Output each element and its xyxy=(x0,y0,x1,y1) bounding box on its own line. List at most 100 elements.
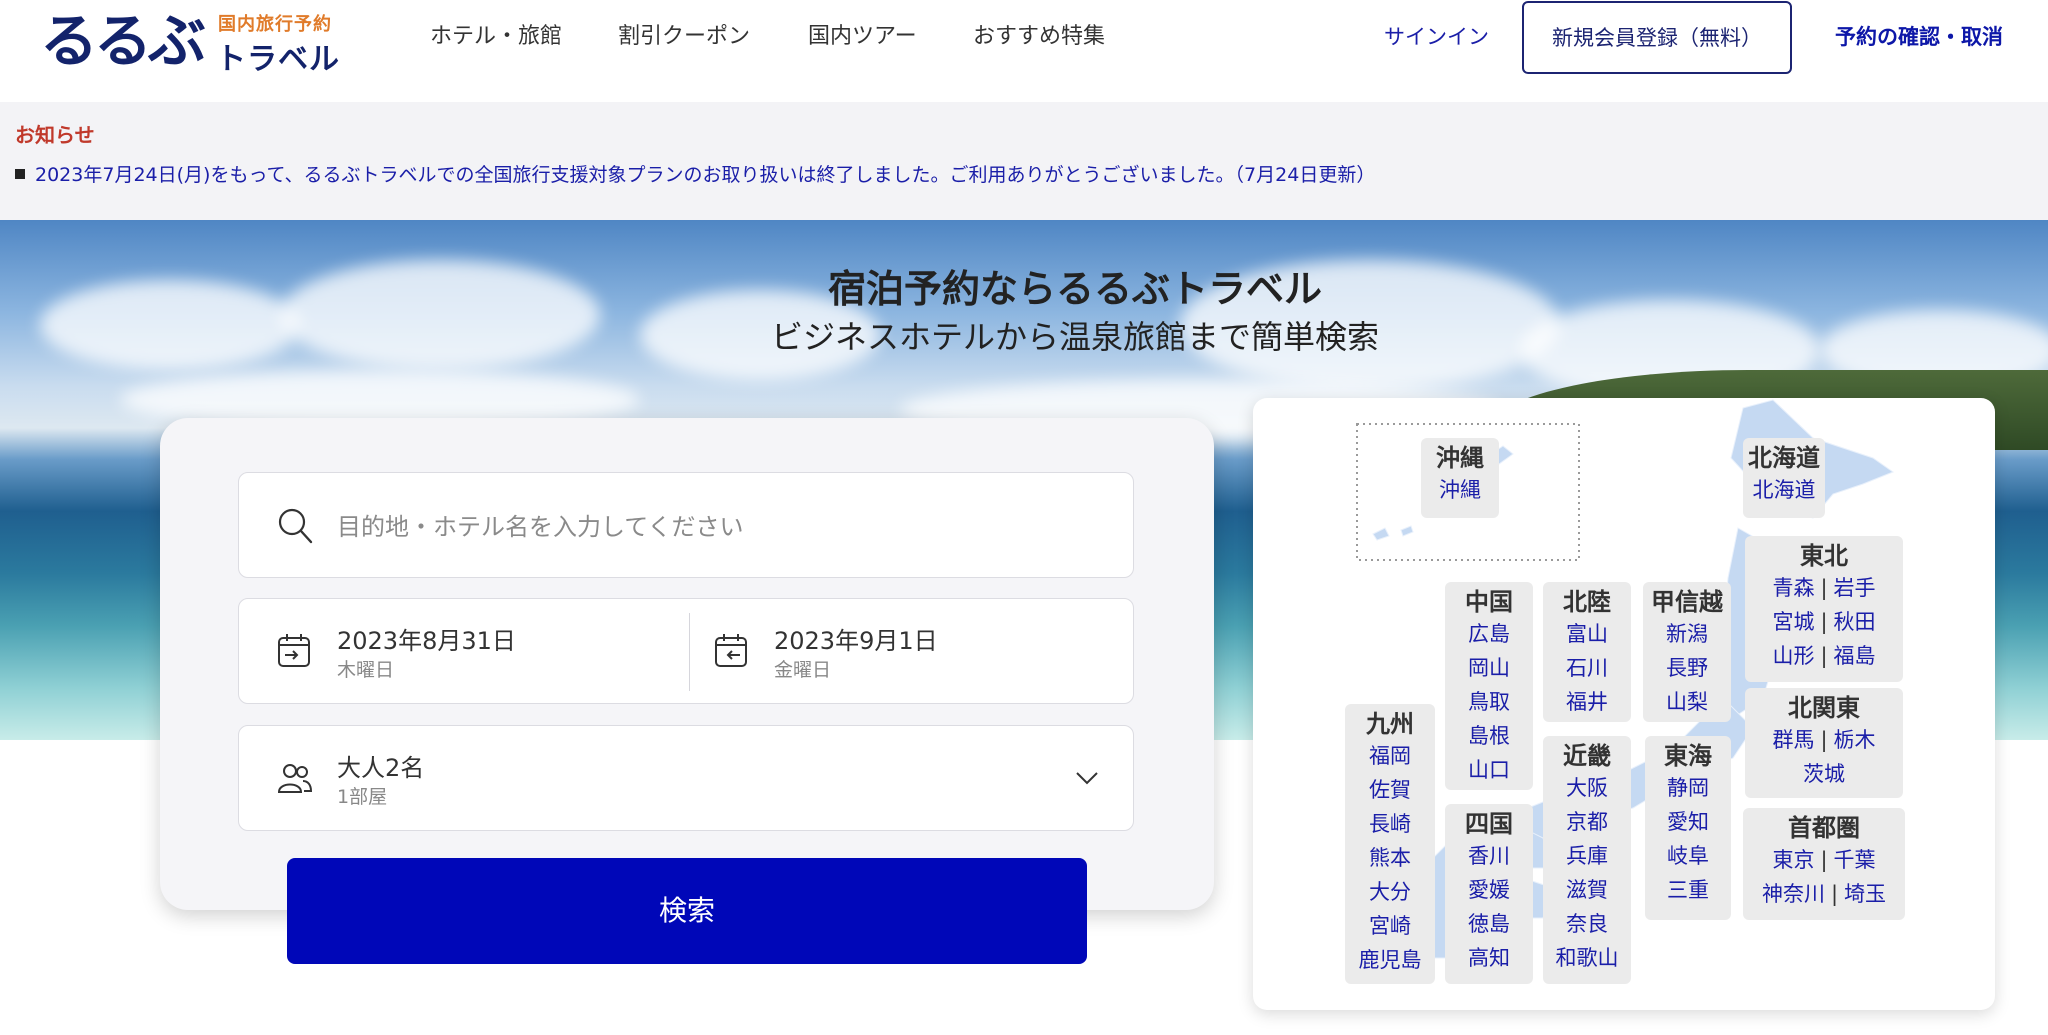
region-title: 沖縄 xyxy=(1436,444,1484,472)
nav-features[interactable]: おすすめ特集 xyxy=(973,20,1105,54)
nav-coupons[interactable]: 割引クーポン xyxy=(618,20,750,54)
region-title: 近畿 xyxy=(1563,742,1611,770)
pref-link[interactable]: 長野 xyxy=(1643,651,1731,685)
pref-link[interactable]: 群馬 xyxy=(1772,728,1814,752)
pref-link[interactable]: 静岡 xyxy=(1645,771,1731,805)
checkin-date: 2023年8月31日 xyxy=(337,627,516,655)
destination-search-field[interactable]: 目的地・ホテル名を入力してください xyxy=(238,472,1134,578)
region-title: 北関東 xyxy=(1788,694,1860,722)
pref-link[interactable]: 岡山 xyxy=(1445,651,1533,685)
pref-link[interactable]: 愛知 xyxy=(1645,805,1731,839)
region-title: 中国 xyxy=(1465,588,1513,616)
pref-link[interactable]: 福岡 xyxy=(1345,739,1435,773)
notice-bar: お知らせ 2023年7月24日(月)をもって、るるぶトラベルでの全国旅行支援対象… xyxy=(0,102,2048,220)
pref-link[interactable]: 山梨 xyxy=(1643,685,1731,719)
notice-item[interactable]: 2023年7月24日(月)をもって、るるぶトラベルでの全国旅行支援対象プランのお… xyxy=(15,160,1375,187)
pref-link[interactable]: 長崎 xyxy=(1345,807,1435,841)
region-title: 東海 xyxy=(1664,742,1712,770)
region-title: 甲信越 xyxy=(1651,588,1723,616)
pref-link[interactable]: 京都 xyxy=(1543,805,1631,839)
date-range-field: 2023年8月31日 木曜日 2023年9月1日 金曜日 xyxy=(238,598,1134,704)
checkout-weekday: 金曜日 xyxy=(774,659,832,681)
signin-link[interactable]: サインイン xyxy=(1384,20,1489,54)
hero-title: 宿泊予約ならるるぶトラベル xyxy=(827,267,1322,311)
region-title: 九州 xyxy=(1366,710,1414,738)
pref-link[interactable]: 岩手 xyxy=(1834,576,1876,600)
pref-link[interactable]: 北海道 xyxy=(1743,473,1825,507)
region-hokkaido: 北海道 北海道 xyxy=(1743,438,1825,518)
nav-hotels[interactable]: ホテル・旅館 xyxy=(430,20,562,54)
pref-link[interactable]: 香川 xyxy=(1445,839,1533,873)
chevron-down-icon xyxy=(1076,772,1098,785)
logo-sub-top: 国内旅行予約 xyxy=(218,14,332,35)
checkout-date-picker[interactable]: 2023年9月1日 金曜日 xyxy=(690,599,1135,705)
pref-link[interactable]: 福島 xyxy=(1834,644,1876,668)
logo[interactable]: るるぶ 国内旅行予約 トラベル xyxy=(40,6,340,77)
site-header: るるぶ 国内旅行予約 トラベル ホテル・旅館 割引クーポン 国内ツアー おすすめ… xyxy=(0,0,2048,102)
pref-link[interactable]: 宮崎 xyxy=(1345,909,1435,943)
pref-link[interactable]: 和歌山 xyxy=(1543,941,1631,975)
search-input[interactable]: 目的地・ホテル名を入力してください xyxy=(337,507,744,542)
region-map: 沖縄 沖縄 北海道 北海道 東北 青森 | 岩手 宮城 | 秋田 山形 | 福島 北関東 群… xyxy=(1253,398,1995,1010)
register-button[interactable]: 新規会員登録（無料） xyxy=(1522,1,1792,74)
pref-link[interactable]: 千葉 xyxy=(1834,848,1876,872)
guest-count: 大人2名 xyxy=(337,754,425,782)
region-kitakanto: 北関東 群馬 | 栃木 茨城 xyxy=(1745,688,1903,798)
checkout-date: 2023年9月1日 xyxy=(774,627,938,655)
checkin-date-picker[interactable]: 2023年8月31日 木曜日 xyxy=(239,599,689,705)
pref-link[interactable]: 広島 xyxy=(1445,617,1533,651)
pref-link[interactable]: 福井 xyxy=(1543,685,1631,719)
pref-link[interactable]: 高知 xyxy=(1445,941,1533,975)
region-chugoku: 中国 広島 岡山 鳥取 島根 山口 xyxy=(1445,582,1533,790)
pref-link[interactable]: 新潟 xyxy=(1643,617,1731,651)
pref-link[interactable]: 鹿児島 xyxy=(1345,943,1435,977)
pref-link[interactable]: 岐阜 xyxy=(1645,839,1731,873)
pref-link[interactable]: 栃木 xyxy=(1834,728,1876,752)
region-hokuriku: 北陸 富山 石川 福井 xyxy=(1543,582,1631,722)
pref-link[interactable]: 徳島 xyxy=(1445,907,1533,941)
pref-link[interactable]: 愛媛 xyxy=(1445,873,1533,907)
bullet-icon xyxy=(15,169,25,179)
logo-main-text: るるぶ xyxy=(40,7,206,75)
region-title: 東北 xyxy=(1800,542,1848,570)
pref-link[interactable]: 埼玉 xyxy=(1844,882,1886,906)
notice-title: お知らせ xyxy=(15,123,95,147)
pref-link[interactable]: 佐賀 xyxy=(1345,773,1435,807)
pref-link[interactable]: 奈良 xyxy=(1543,907,1631,941)
region-okinawa: 沖縄 沖縄 xyxy=(1421,438,1499,518)
pref-link[interactable]: 富山 xyxy=(1543,617,1631,651)
region-shutoken: 首都圏 東京 | 千葉 神奈川 | 埼玉 xyxy=(1743,808,1905,920)
pref-link[interactable]: 山形 xyxy=(1772,644,1814,668)
pref-link[interactable]: 石川 xyxy=(1543,651,1631,685)
pref-link[interactable]: 大分 xyxy=(1345,875,1435,909)
pref-link[interactable]: 神奈川 xyxy=(1762,882,1825,906)
pref-link[interactable]: 山口 xyxy=(1445,753,1533,787)
search-icon xyxy=(278,508,313,544)
region-kinki: 近畿 大阪 京都 兵庫 滋賀 奈良 和歌山 xyxy=(1543,736,1631,984)
region-koshinetsu: 甲信越 新潟 長野 山梨 xyxy=(1643,582,1731,722)
pref-link[interactable]: 兵庫 xyxy=(1543,839,1631,873)
region-tohoku: 東北 青森 | 岩手 宮城 | 秋田 山形 | 福島 xyxy=(1745,536,1903,682)
reservation-check-link[interactable]: 予約の確認・取消 xyxy=(1835,20,2003,54)
pref-link[interactable]: 宮城 xyxy=(1772,610,1814,634)
search-button[interactable]: 検索 xyxy=(287,858,1087,964)
pref-link[interactable]: 熊本 xyxy=(1345,841,1435,875)
pref-link[interactable]: 東京 xyxy=(1772,848,1814,872)
notice-link[interactable]: 2023年7月24日(月)をもって、るるぶトラベルでの全国旅行支援対象プランのお… xyxy=(35,164,1375,186)
pref-link[interactable]: 青森 xyxy=(1772,576,1814,600)
pref-link[interactable]: 秋田 xyxy=(1834,610,1876,634)
region-title: 首都圏 xyxy=(1788,814,1860,842)
calendar-checkout-icon xyxy=(715,634,747,667)
pref-link[interactable]: 三重 xyxy=(1645,873,1731,907)
pref-link[interactable]: 島根 xyxy=(1445,719,1533,753)
logo-sub-bottom: トラベル xyxy=(216,42,340,77)
pref-link[interactable]: 鳥取 xyxy=(1445,685,1533,719)
pref-link[interactable]: 茨城 xyxy=(1803,762,1845,786)
pref-link[interactable]: 大阪 xyxy=(1543,771,1631,805)
pref-link[interactable]: 沖縄 xyxy=(1421,473,1499,507)
nav-tours[interactable]: 国内ツアー xyxy=(808,20,917,54)
region-title: 北陸 xyxy=(1563,588,1611,616)
guests-rooms-select[interactable]: 大人2名 1部屋 xyxy=(238,725,1134,831)
calendar-checkin-icon xyxy=(278,634,310,667)
pref-link[interactable]: 滋賀 xyxy=(1543,873,1631,907)
